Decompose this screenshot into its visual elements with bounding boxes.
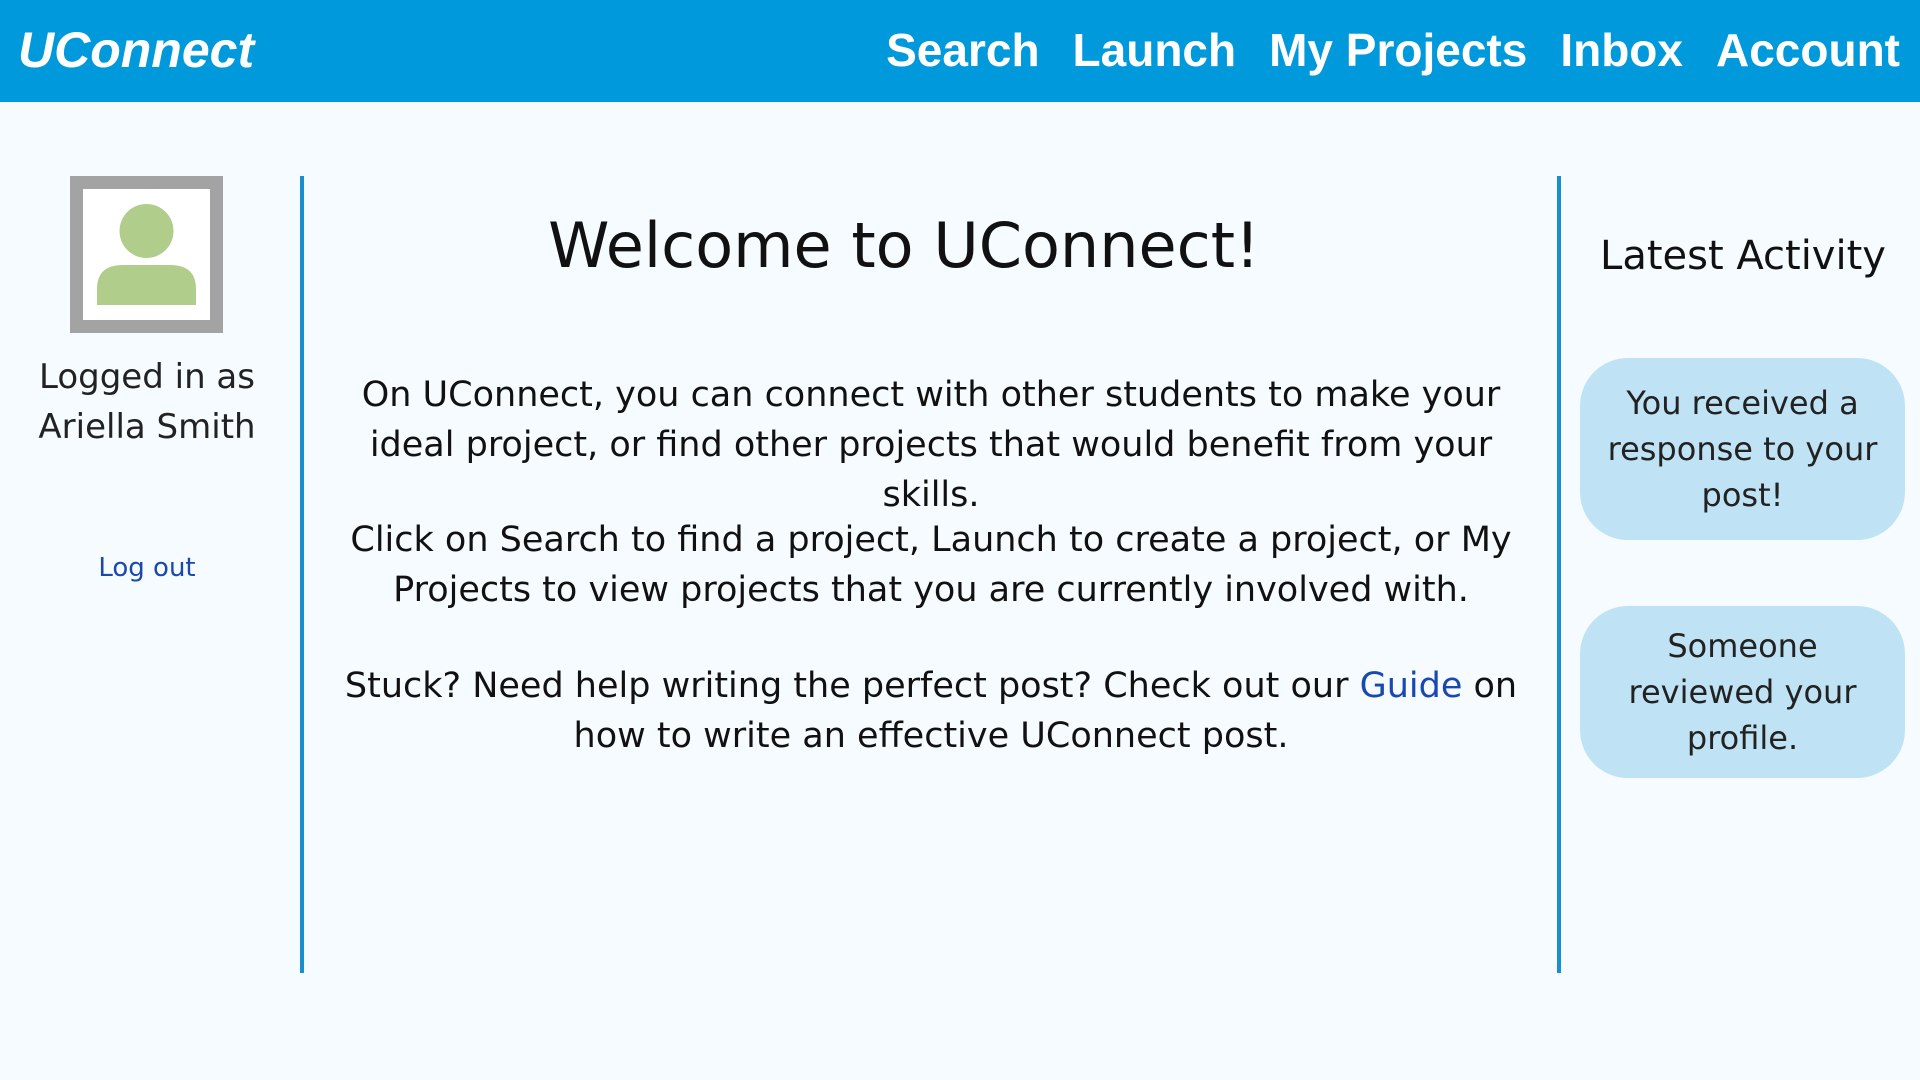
top-navigation-bar: UConnect Search Launch My Projects Inbox… bbox=[0, 0, 1920, 102]
nav-launch[interactable]: Launch bbox=[1073, 20, 1237, 80]
app-logo[interactable]: UConnect bbox=[18, 20, 254, 80]
activity-item-text: Someone reviewed your profile. bbox=[1628, 627, 1857, 757]
help-paragraph: Stuck? Need help writing the perfect pos… bbox=[316, 661, 1546, 761]
intro-paragraph: On UConnect, you can connect with other … bbox=[361, 375, 1501, 515]
activity-item-response[interactable]: You received a response to your post! bbox=[1580, 358, 1905, 540]
logged-in-prefix: Logged in as bbox=[39, 357, 255, 397]
logged-in-status: Logged in as Ariella Smith bbox=[0, 352, 294, 452]
help-text-before: Stuck? Need help writing the perfect pos… bbox=[344, 666, 1360, 706]
nav-search[interactable]: Search bbox=[886, 20, 1039, 80]
nav-account[interactable]: Account bbox=[1716, 20, 1900, 80]
user-avatar-icon[interactable] bbox=[70, 176, 223, 333]
avatar-figure-graphic bbox=[83, 189, 210, 320]
activity-item-profile-review[interactable]: Someone reviewed your profile. bbox=[1580, 606, 1905, 778]
user-name: Ariella Smith bbox=[38, 407, 256, 447]
page-title: Welcome to UConnect! bbox=[548, 209, 1260, 282]
guide-link[interactable]: Guide bbox=[1360, 666, 1463, 706]
main-nav: Search Launch My Projects Inbox Account bbox=[886, 20, 1900, 80]
logout-link[interactable]: Log out bbox=[0, 550, 294, 586]
activity-title: Latest Activity bbox=[1600, 233, 1886, 279]
right-divider bbox=[1557, 176, 1561, 973]
activity-item-text: You received a response to your post! bbox=[1607, 384, 1878, 514]
nav-inbox[interactable]: Inbox bbox=[1560, 20, 1683, 80]
left-divider bbox=[300, 176, 304, 973]
instructions-paragraph: Click on Search to find a project, Launc… bbox=[350, 520, 1512, 610]
nav-my-projects[interactable]: My Projects bbox=[1269, 20, 1527, 80]
